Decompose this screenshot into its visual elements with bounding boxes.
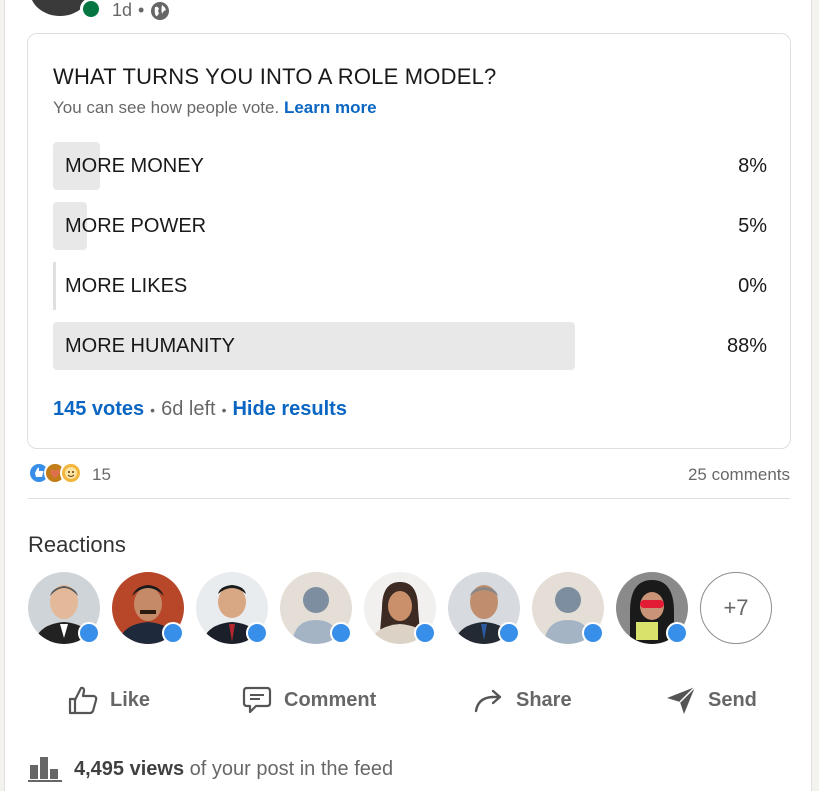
poll-visibility-note: You can see how people vote. Learn more [53, 98, 377, 117]
poll-question: WHAT TURNS YOU INTO A ROLE MODEL? [53, 64, 497, 89]
poll-option-percent: 5% [738, 215, 767, 237]
reactions-title: Reactions [28, 532, 126, 557]
poll-option-label: MORE LIKES [65, 275, 188, 297]
send-button[interactable]: Send [664, 680, 757, 720]
reaction-icons[interactable] [28, 462, 88, 486]
poll-footer: 145 votes • 6d left • Hide results [53, 398, 347, 421]
like-badge-icon [78, 622, 100, 644]
poll-option: MORE POWER 5% [53, 202, 767, 250]
analytics-bar-icon [28, 757, 62, 782]
like-badge-icon [498, 622, 520, 644]
like-badge-icon [246, 622, 268, 644]
poll-option: MORE MONEY 8% [53, 142, 767, 190]
globe-icon [150, 1, 170, 21]
like-badge-icon [414, 622, 436, 644]
share-button[interactable]: Share [472, 680, 572, 720]
more-reactors-button[interactable]: +7 [700, 572, 772, 644]
poll-option-label: MORE MONEY [65, 155, 204, 177]
poll-result-bar [53, 262, 56, 310]
like-badge-icon [666, 622, 688, 644]
poll-option: MORE LIKES 0% [53, 262, 767, 310]
poll-option-percent: 0% [738, 275, 767, 297]
time-left: 6d left [161, 398, 216, 420]
post-views[interactable]: 4,495 views of your post in the feed [28, 755, 393, 783]
social-counts: 15 25 comments [28, 460, 790, 490]
send-icon [667, 686, 696, 714]
poll-card: WHAT TURNS YOU INTO A ROLE MODEL? You ca… [27, 33, 791, 449]
like-badge-icon [162, 622, 184, 644]
thumbs-up-icon [68, 686, 98, 715]
poll-option-percent: 8% [738, 155, 767, 177]
share-icon [474, 689, 502, 713]
hide-results-link[interactable]: Hide results [232, 398, 346, 421]
reaction-count[interactable]: 15 [92, 465, 111, 485]
divider [28, 498, 790, 499]
post-age: 1d [112, 0, 133, 20]
like-badge-icon [582, 622, 604, 644]
funny-icon [60, 462, 82, 484]
views-count: 4,495 views [74, 757, 185, 780]
votes-link[interactable]: 145 votes [53, 398, 144, 421]
comment-icon [242, 686, 272, 714]
poll-option-label: MORE HUMANITY [65, 335, 235, 357]
comment-button[interactable]: Comment [240, 680, 376, 720]
poll-option: MORE HUMANITY 88% [53, 322, 767, 370]
poll-option-percent: 88% [726, 335, 767, 357]
comments-count-link[interactable]: 25 comments [688, 465, 790, 485]
learn-more-link[interactable]: Learn more [284, 98, 377, 117]
post-meta: 1d • [112, 0, 170, 21]
like-button[interactable]: Like [66, 680, 150, 720]
like-badge-icon [330, 622, 352, 644]
poll-option-label: MORE POWER [65, 215, 207, 237]
